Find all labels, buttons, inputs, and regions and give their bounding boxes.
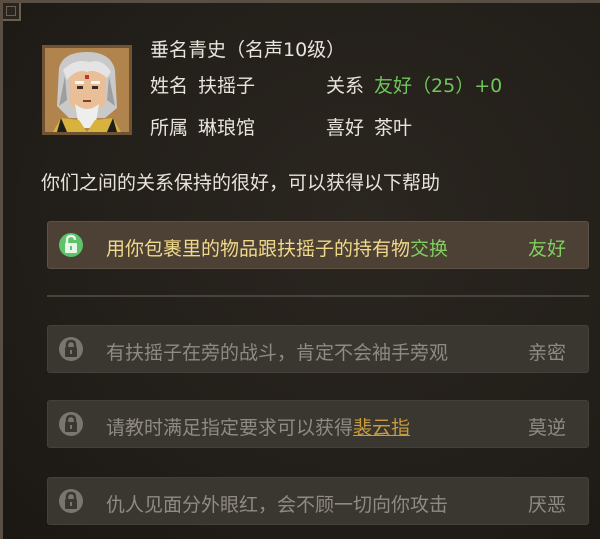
relation-value: 友好（25）+0	[374, 75, 503, 97]
section-divider	[47, 295, 589, 297]
npc-relation-panel: 垂名青史（名声10级） 姓名 扶摇子 关系 友好（25）+0 所属 琳琅馆 喜好 茶叶 …	[0, 0, 600, 539]
option-text-main: 请教时满足指定要求可以获得	[106, 417, 354, 439]
lock-open-icon	[59, 233, 83, 257]
elder-portrait-icon	[45, 48, 129, 132]
faction-label: 所属	[150, 117, 189, 139]
option-level: 厌恶	[527, 494, 566, 516]
option-level: 亲密	[527, 342, 566, 364]
relation-row: 关系 友好（25）+0	[326, 71, 502, 98]
lock-icon	[59, 412, 83, 436]
lock-icon	[59, 489, 83, 513]
option-text: 请教时满足指定要求可以获得裴云指	[106, 413, 410, 440]
faction-row: 所属 琳琅馆	[150, 113, 255, 140]
npc-title: 垂名青史（名声10级）	[150, 39, 346, 61]
option-level: 莫逆	[527, 417, 566, 439]
exchange-action[interactable]: 交换	[410, 238, 448, 260]
help-option-battle-assist[interactable]: 有扶摇子在旁的战斗，肯定不会袖手旁观 亲密	[47, 325, 589, 373]
hobby-label: 喜好	[326, 117, 365, 139]
hobby-value: 茶叶	[374, 117, 413, 139]
hobby-row: 喜好 茶叶	[326, 113, 412, 140]
relation-label: 关系	[326, 75, 365, 97]
frame-corner-ornament	[3, 3, 21, 21]
npc-name-row: 姓名 扶摇子	[150, 71, 255, 98]
help-option-teaching[interactable]: 请教时满足指定要求可以获得裴云指 莫逆	[47, 400, 589, 448]
option-text: 仇人见面分外眼红，会不顾一切向你攻击	[106, 494, 449, 516]
faction-value: 琳琅馆	[198, 117, 256, 139]
npc-name: 扶摇子	[198, 75, 256, 97]
option-level: 友好	[527, 238, 566, 260]
help-option-hostile[interactable]: 仇人见面分外眼红，会不顾一切向你攻击 厌恶	[47, 477, 589, 525]
lock-icon	[59, 337, 83, 361]
option-text-main: 用你包裹里的物品跟扶摇子的持有物	[106, 238, 411, 260]
skill-link[interactable]: 裴云指	[353, 417, 410, 439]
npc-portrait	[42, 45, 132, 135]
name-label: 姓名	[150, 75, 189, 97]
relation-description: 你们之间的关系保持的很好，可以获得以下帮助	[41, 172, 441, 194]
help-option-exchange[interactable]: 用你包裹里的物品跟扶摇子的持有物交换 友好	[47, 221, 589, 269]
option-text: 用你包裹里的物品跟扶摇子的持有物交换	[106, 234, 448, 261]
option-text: 有扶摇子在旁的战斗，肯定不会袖手旁观	[106, 342, 449, 364]
